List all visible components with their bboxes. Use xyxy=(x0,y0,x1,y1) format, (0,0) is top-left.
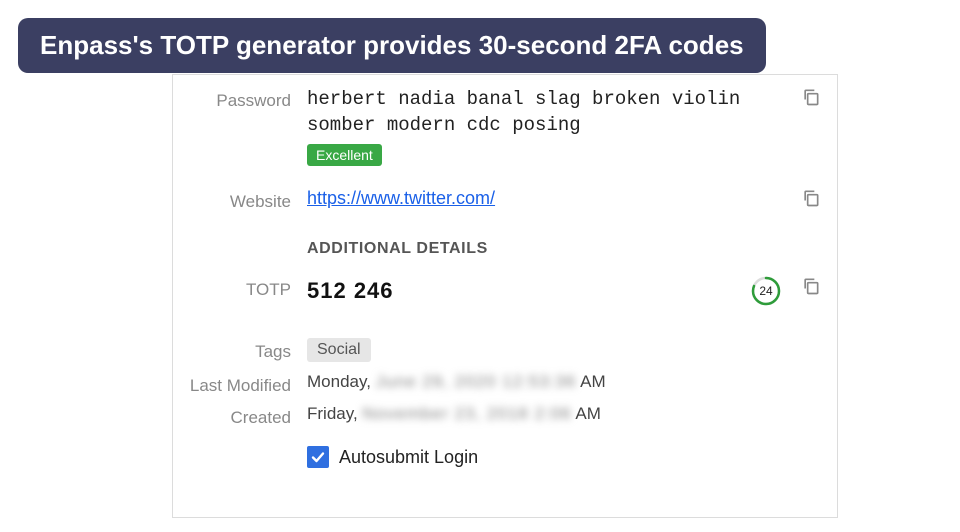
created-obscured: November 23, 2018 2:06 xyxy=(362,404,571,424)
last-modified-row: Last Modified Monday, June 29, 2020 12:5… xyxy=(173,368,837,400)
totp-countdown-value: 24 xyxy=(759,284,772,298)
caption-text: Enpass's TOTP generator provides 30-seco… xyxy=(40,30,744,60)
copy-totp-icon[interactable] xyxy=(801,276,821,296)
totp-row: TOTP 512 246 24 xyxy=(173,270,837,312)
password-row: Password herbert nadia banal slag broken… xyxy=(173,81,837,172)
copy-website-icon[interactable] xyxy=(801,188,821,208)
last-modified-label: Last Modified xyxy=(173,372,291,396)
tags-row: Tags Social xyxy=(173,332,837,368)
last-modified-value: Monday, June 29, 2020 12:53:36 AM xyxy=(307,372,785,392)
tags-label: Tags xyxy=(173,338,291,362)
website-row: Website https://www.twitter.com/ xyxy=(173,182,837,218)
totp-code: 512 246 xyxy=(307,278,394,304)
tag-chip[interactable]: Social xyxy=(307,338,371,362)
website-value-col: https://www.twitter.com/ xyxy=(307,188,785,209)
website-link[interactable]: https://www.twitter.com/ xyxy=(307,188,495,208)
created-label: Created xyxy=(173,404,291,428)
totp-value-col: 512 246 24 xyxy=(307,276,785,306)
website-label: Website xyxy=(173,188,291,212)
additional-details-heading: ADDITIONAL DETAILS xyxy=(307,240,785,258)
password-value: herbert nadia banal slag broken violin s… xyxy=(307,87,785,138)
totp-label: TOTP xyxy=(173,276,291,300)
item-detail-panel: Password herbert nadia banal slag broken… xyxy=(172,74,838,518)
password-label: Password xyxy=(173,87,291,111)
strength-badge: Excellent xyxy=(307,144,382,166)
totp-countdown-ring: 24 xyxy=(751,276,781,306)
password-value-col: herbert nadia banal slag broken violin s… xyxy=(307,87,785,166)
additional-details-section: ADDITIONAL DETAILS xyxy=(173,220,837,270)
created-value: Friday, November 23, 2018 2:06 AM xyxy=(307,404,785,424)
created-row: Created Friday, November 23, 2018 2:06 A… xyxy=(173,400,837,432)
copy-password-icon[interactable] xyxy=(801,87,821,107)
caption-bar: Enpass's TOTP generator provides 30-seco… xyxy=(18,18,766,73)
autosubmit-checkbox[interactable] xyxy=(307,446,329,468)
autosubmit-label: Autosubmit Login xyxy=(339,447,478,468)
tags-value-col: Social xyxy=(307,338,785,362)
last-modified-obscured: June 29, 2020 12:53:36 xyxy=(376,372,577,392)
autosubmit-row: Autosubmit Login xyxy=(307,446,837,468)
